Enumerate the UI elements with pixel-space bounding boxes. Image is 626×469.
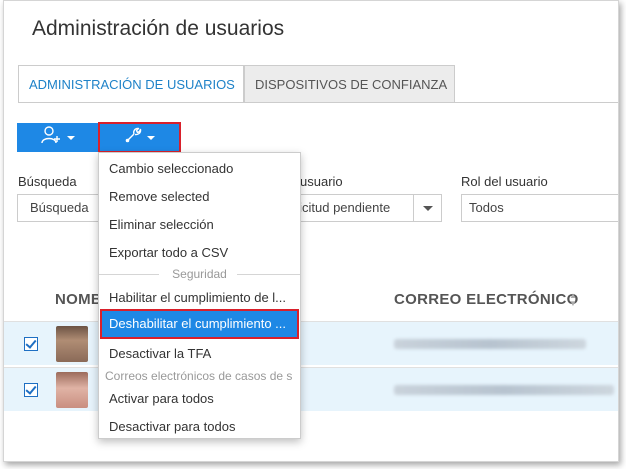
menu-item-disable-enforcement[interactable]: Deshabilitar el cumplimiento ... — [100, 309, 299, 339]
menu-divider — [237, 274, 300, 275]
menu-item-change-selected[interactable]: Cambio seleccionado — [109, 161, 233, 176]
menu-item-activate-all[interactable]: Activar para todos — [109, 391, 214, 406]
user-status-label: usuario — [300, 174, 343, 189]
user-role-select[interactable]: Todos — [461, 194, 618, 222]
column-header-name[interactable]: NOMB — [55, 291, 102, 308]
tab-trusted-devices[interactable]: DISPOSITIVOS DE CONFIANZA — [244, 65, 455, 103]
tab-user-administration[interactable]: ADMINISTRACIÓN DE USUARIOS — [18, 65, 244, 103]
user-role-label: Rol del usuario — [461, 174, 548, 189]
tab-divider — [18, 102, 618, 103]
chevron-down-icon — [147, 135, 155, 140]
tools-menu-button[interactable] — [98, 122, 181, 153]
menu-item-deactivate-all[interactable]: Desactivar para todos — [109, 419, 235, 434]
menu-item-enable-enforcement[interactable]: Habilitar el cumplimiento de l... — [109, 290, 286, 305]
column-header-email[interactable]: CORREO ELECTRÓNICO — [394, 291, 579, 308]
user-email — [394, 339, 586, 349]
user-plus-icon — [40, 125, 62, 150]
chevron-down-icon — [413, 195, 441, 221]
search-label: Búsqueda — [18, 174, 77, 189]
menu-item-export-csv[interactable]: Exportar todo a CSV — [109, 245, 228, 260]
page-title: Administración de usuarios — [32, 17, 285, 40]
tools-dropdown-menu: Cambio seleccionado Remove selected Elim… — [98, 152, 301, 439]
table-row[interactable] — [4, 321, 618, 365]
menu-item-delete-selection[interactable]: Eliminar selección — [109, 217, 214, 232]
row-checkbox[interactable] — [24, 383, 38, 397]
user-status-value: plicitud pendiente — [289, 200, 391, 215]
search-input[interactable]: Búsqueda — [17, 194, 107, 222]
menu-item-disable-tfa[interactable]: Desactivar la TFA — [109, 346, 211, 361]
add-user-button[interactable] — [17, 123, 98, 152]
user-email — [394, 385, 614, 395]
sort-icon[interactable]: ▲ ▼ — [569, 292, 577, 308]
table-row[interactable] — [4, 367, 618, 411]
row-checkbox[interactable] — [24, 337, 38, 351]
avatar — [56, 372, 88, 408]
avatar — [56, 326, 88, 362]
wrench-icon — [124, 126, 142, 149]
menu-item-remove-selected[interactable]: Remove selected — [109, 189, 209, 204]
app-window: Administración de usuarios ADMINISTRACIÓ… — [3, 0, 619, 462]
chevron-down-icon — [67, 135, 75, 140]
menu-section-case-emails: Correos electrónicos de casos de s — [105, 369, 293, 383]
